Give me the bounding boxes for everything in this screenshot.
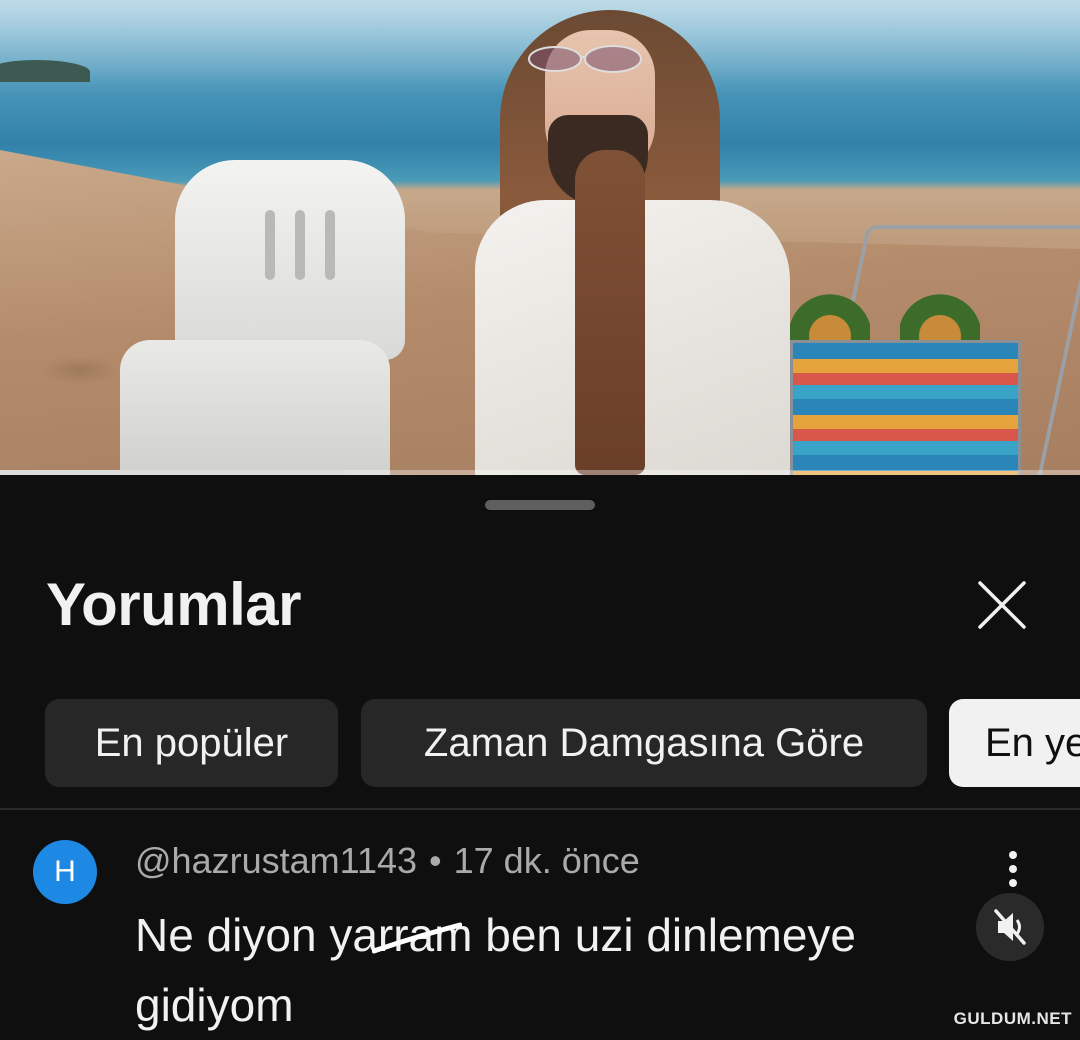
video-progress-fill (0, 470, 346, 475)
close-button[interactable] (970, 573, 1034, 637)
comment-text-line: gidiyom (135, 979, 294, 1031)
divider (0, 808, 1080, 810)
more-vertical-icon (1009, 851, 1017, 887)
chip-newest[interactable]: En yeni (949, 699, 1080, 787)
video-chair-seat (120, 340, 390, 475)
video-chair-slot (265, 210, 275, 280)
comments-sheet: Yorumlar En popüler Zaman Damgasına Göre… (0, 478, 1080, 1031)
video-chair-back (175, 160, 405, 360)
avatar[interactable]: H (33, 840, 97, 904)
sort-chip-bar: En popüler Zaman Damgasına Göre En yeni (45, 699, 1080, 787)
video-island (0, 60, 90, 82)
comments-title: Yorumlar (46, 571, 301, 638)
video-shopping-cart (790, 340, 1021, 475)
chip-top-comments[interactable]: En popüler (45, 699, 338, 787)
comment-author[interactable]: @hazrustam1143 (135, 840, 417, 881)
comment-more-button[interactable] (995, 846, 1031, 892)
video-person-hair-front (575, 150, 645, 475)
comment-item: H @hazrustam1143 • 17 dk. önce Ne diyon ya… (0, 818, 1080, 1031)
video-sunglasses (528, 45, 642, 73)
watermark: GULDUM.NET (953, 1009, 1072, 1028)
video-progress-bar[interactable] (0, 470, 1080, 475)
comment-time: 17 dk. önce (453, 840, 640, 881)
mute-button[interactable] (976, 893, 1044, 961)
comment-meta: @hazrustam1143 • 17 dk. önce (135, 840, 640, 882)
comment-text: Ne diyon yarram ben uzi dinlemeye gidiyo… (135, 900, 935, 1040)
volume-muted-icon (994, 909, 1026, 945)
meta-separator: • (429, 840, 442, 881)
chip-by-timestamp[interactable]: Zaman Damgasına Göre (361, 699, 927, 787)
close-icon (978, 581, 1026, 629)
sheet-drag-handle[interactable] (485, 500, 595, 510)
comment-text-line: Ne diyon yarram ben uzi dinlemeye (135, 909, 857, 961)
video-player[interactable] (0, 0, 1080, 475)
video-chair-slot (295, 210, 305, 280)
video-chair-slot (325, 210, 335, 280)
